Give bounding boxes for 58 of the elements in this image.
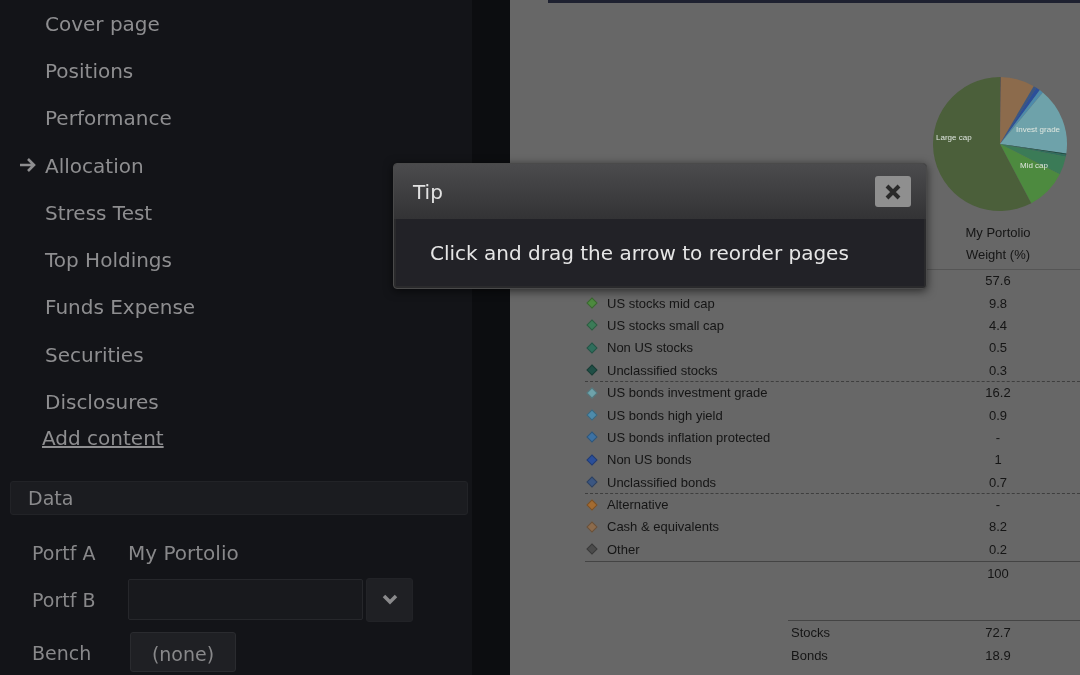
page-item[interactable]: Top Holdings <box>45 248 172 273</box>
page-item[interactable]: Securities <box>45 342 144 367</box>
column-header: Weight (%) <box>964 246 1032 264</box>
table-cell-text: US bonds inflation protected <box>607 429 772 445</box>
table-cell-text: US bonds investment grade <box>607 385 769 401</box>
table-cell-text: Unclassified stocks <box>607 362 719 378</box>
table-cell-text: 9.8 <box>987 295 1009 311</box>
table-cell-text: 0.7 <box>987 474 1009 490</box>
dialog-title: Tip <box>413 179 443 204</box>
table-cell-text: Cash & equivalents <box>607 519 720 535</box>
table-cell-text: Other <box>607 541 641 557</box>
page-item[interactable]: Positions <box>45 58 134 83</box>
dropdown-button[interactable] <box>366 577 413 622</box>
field-label: Bench <box>32 641 93 664</box>
table-cell-text: Non US stocks <box>607 340 694 356</box>
table-cell-text: 0.9 <box>987 407 1009 423</box>
page-item[interactable]: Stress Test <box>45 200 153 225</box>
page-item[interactable]: Allocation <box>45 153 144 178</box>
close-icon <box>884 182 902 201</box>
table-cell-text: US stocks small cap <box>607 317 726 333</box>
table-cell-text: US stocks mid cap <box>607 295 716 311</box>
table-cell-text: 0.3 <box>987 362 1009 378</box>
table-cell-text: Non US bonds <box>607 452 693 468</box>
page-item[interactable]: Disclosures <box>45 390 159 414</box>
table-cell-text: 18.9 <box>984 647 1012 663</box>
tip-message: Click and drag the arrow to reorder pages <box>430 240 849 265</box>
add-content-link[interactable]: Add content <box>42 425 164 450</box>
table-cell-text: Alternative <box>607 497 670 513</box>
pie-label: Large cap <box>936 133 972 142</box>
table-cell-text: 57.6 <box>984 273 1012 289</box>
table-cell-text: - <box>994 429 1002 445</box>
table-cell-text: US bonds high yield <box>607 407 724 423</box>
table-cell-text: 0.5 <box>987 340 1009 356</box>
table-cell-text: Bonds <box>790 647 829 663</box>
table-cell-text: Stocks <box>790 625 831 641</box>
table-cell-text: 72.7 <box>984 625 1012 641</box>
table-cell-text: 8.2 <box>987 519 1009 535</box>
page-item[interactable]: Cover page <box>45 11 160 36</box>
total-cell-text: 100 <box>986 565 1010 581</box>
table-cell-text: 16.2 <box>984 385 1012 401</box>
pie-label: Invest grade <box>1016 125 1061 134</box>
bench-button[interactable]: (none) <box>130 631 236 672</box>
table-cell-text: 0.2 <box>987 541 1009 557</box>
close-button[interactable] <box>875 176 911 207</box>
field-label: Portf A <box>32 542 97 565</box>
page-item[interactable]: Performance <box>45 106 172 131</box>
chevron-down-icon <box>381 594 398 606</box>
table-cell-text: - <box>994 497 1002 513</box>
field-value: My Portolio <box>128 541 239 566</box>
pie-label: Mid cap <box>1020 161 1048 170</box>
field-label: Portf B <box>32 588 97 611</box>
data-panel-header: Data <box>10 481 468 516</box>
table-cell-text: 1 <box>993 452 1003 468</box>
arrow-icon[interactable] <box>19 156 37 173</box>
table-cell-text: Unclassified bonds <box>607 474 718 490</box>
table-cell-text: 4.4 <box>987 317 1009 333</box>
page-item[interactable]: Funds Expense <box>45 295 196 320</box>
column-header: My Portolio <box>964 224 1032 242</box>
